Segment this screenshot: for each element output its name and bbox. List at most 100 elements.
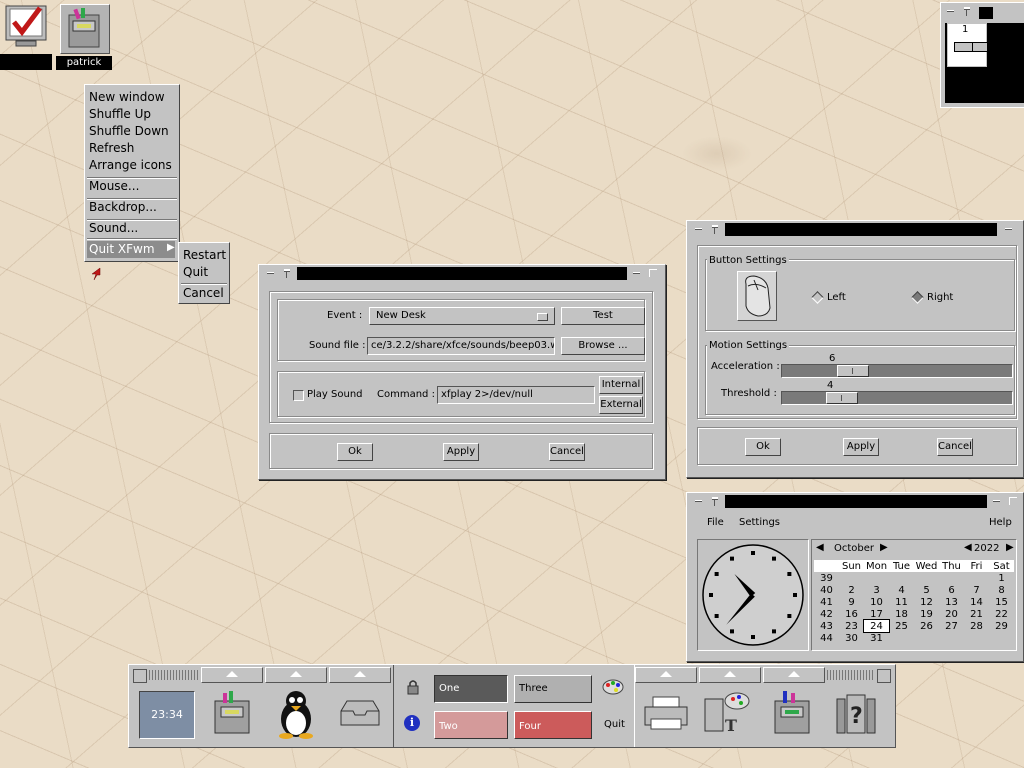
panel-drag-handle[interactable] xyxy=(827,670,873,680)
threshold-slider-handle[interactable] xyxy=(826,392,858,404)
minimize-right-icon[interactable] xyxy=(631,267,643,279)
pin-icon[interactable] xyxy=(709,223,721,235)
panel-close-icon[interactable] xyxy=(877,669,891,683)
menu-settings[interactable]: Settings xyxy=(739,517,780,528)
minimize-icon[interactable] xyxy=(693,495,705,507)
minimize-right-icon[interactable] xyxy=(1003,223,1015,235)
menu-help[interactable]: Help xyxy=(989,517,1012,528)
pager-desk-area[interactable]: 1 xyxy=(945,23,1024,103)
menu-item-cancel[interactable]: Cancel xyxy=(183,286,224,300)
calendar-day[interactable]: 17 xyxy=(864,608,889,620)
desk-button-two[interactable]: Two xyxy=(434,711,508,739)
menu-item-new-window[interactable]: New window xyxy=(89,90,165,104)
menu-item-quit-xfwm[interactable]: Quit XFwm ▶ xyxy=(87,241,175,258)
cancel-button[interactable]: Cancel xyxy=(937,438,973,456)
calendar-day[interactable]: 11 xyxy=(889,596,914,608)
printer-icon[interactable] xyxy=(643,695,689,731)
calendar-day[interactable]: 18 xyxy=(889,608,914,620)
file-manager-icon[interactable] xyxy=(209,689,255,737)
pager[interactable]: 1 xyxy=(940,2,1024,108)
next-year-icon[interactable]: ▶ xyxy=(1006,542,1014,553)
panel-popup-button-6[interactable] xyxy=(763,667,825,683)
prev-year-icon[interactable]: ◀ xyxy=(964,542,972,553)
calendar-day[interactable]: 31 xyxy=(864,632,889,644)
pin-icon[interactable] xyxy=(709,495,721,507)
panel-popup-button-1[interactable] xyxy=(201,667,263,683)
test-button[interactable]: Test xyxy=(561,307,645,325)
external-button[interactable]: External xyxy=(599,396,643,414)
pager-minimize-icon[interactable] xyxy=(945,5,957,17)
lock-icon[interactable] xyxy=(406,679,420,698)
menu-item-refresh[interactable]: Refresh xyxy=(89,141,134,155)
calendar-day[interactable]: 2 xyxy=(839,584,864,596)
menu-item-quit[interactable]: Quit xyxy=(183,265,208,279)
left-radio-label[interactable]: Left xyxy=(827,292,846,303)
panel-popup-button-5[interactable] xyxy=(699,667,761,683)
panel-clock[interactable]: 23:34 xyxy=(139,691,195,739)
title-bar[interactable] xyxy=(725,223,997,236)
calendar-day[interactable]: 6 xyxy=(939,584,964,596)
calendar-day[interactable]: 8 xyxy=(989,584,1014,596)
calendar-day[interactable]: 25 xyxy=(889,620,914,632)
calendar-day[interactable]: 5 xyxy=(914,584,939,596)
title-bar[interactable] xyxy=(297,267,627,280)
inbox-tray-icon[interactable] xyxy=(337,699,383,729)
calendar-day[interactable]: 27 xyxy=(939,620,964,632)
info-icon[interactable]: i xyxy=(404,715,420,731)
panel-drag-handle[interactable] xyxy=(149,670,199,680)
pin-icon[interactable] xyxy=(281,267,293,279)
calendar-day[interactable]: 1 xyxy=(989,572,1014,584)
menu-item-shuffle-up[interactable]: Shuffle Up xyxy=(89,107,151,121)
calendar-day[interactable]: 4 xyxy=(889,584,914,596)
internal-button[interactable]: Internal xyxy=(599,376,643,394)
threshold-slider[interactable] xyxy=(781,391,1013,405)
calendar-day[interactable]: 22 xyxy=(989,608,1014,620)
calendar-day[interactable]: 14 xyxy=(964,596,989,608)
calendar-day[interactable]: 19 xyxy=(914,608,939,620)
calendar-day[interactable]: 21 xyxy=(964,608,989,620)
menu-item-shuffle-down[interactable]: Shuffle Down xyxy=(89,124,169,138)
command-input[interactable]: xfplay 2>/dev/null xyxy=(437,386,595,404)
panel-popup-button-2[interactable] xyxy=(265,667,327,683)
browse-button[interactable]: Browse ... xyxy=(561,337,645,355)
desk-button-four[interactable]: Four xyxy=(514,711,592,739)
maximize-icon[interactable] xyxy=(647,267,659,279)
ok-button[interactable]: Ok xyxy=(337,443,373,461)
pager-pin-icon[interactable] xyxy=(961,5,973,17)
calendar-day[interactable]: 10 xyxy=(864,596,889,608)
right-radio-label[interactable]: Right xyxy=(927,292,953,303)
clock-window-titlebar[interactable] xyxy=(687,493,1023,509)
event-select[interactable]: New Desk xyxy=(369,307,555,325)
calendar-day[interactable]: 9 xyxy=(839,596,864,608)
next-month-icon[interactable]: ▶ xyxy=(880,542,888,553)
calendar-day[interactable]: 30 xyxy=(839,632,864,644)
desktop-icon-checkmark[interactable] xyxy=(0,2,52,70)
calendar-day[interactable]: 29 xyxy=(989,620,1014,632)
quit-label[interactable]: Quit xyxy=(604,719,625,730)
menu-item-backdrop[interactable]: Backdrop... xyxy=(89,200,157,214)
calendar-day[interactable]: 20 xyxy=(939,608,964,620)
mouse-window-titlebar[interactable] xyxy=(687,221,1023,237)
sound-window-titlebar[interactable] xyxy=(259,265,665,281)
minimize-right-icon[interactable] xyxy=(991,495,1003,507)
acceleration-slider[interactable] xyxy=(781,364,1013,378)
desktop-icon-patrick[interactable]: patrick xyxy=(56,2,112,70)
minimize-icon[interactable] xyxy=(693,223,705,235)
prev-month-icon[interactable]: ◀ xyxy=(816,542,824,553)
graphics-tools-icon[interactable]: T xyxy=(703,689,753,737)
sound-file-input[interactable]: ce/3.2.2/share/xfce/sounds/beep03.wav xyxy=(367,337,555,355)
maximize-icon[interactable] xyxy=(1007,495,1019,507)
calendar-day[interactable]: 28 xyxy=(964,620,989,632)
palette-icon[interactable] xyxy=(602,679,624,698)
menu-item-restart[interactable]: Restart xyxy=(183,248,226,262)
tux-terminal-icon[interactable] xyxy=(273,689,319,739)
calendar-day[interactable]: 26 xyxy=(914,620,939,632)
panel-popup-button-4[interactable] xyxy=(635,667,697,683)
cancel-button[interactable]: Cancel xyxy=(549,443,585,461)
calendar-day[interactable]: 23 xyxy=(839,620,864,632)
file-cabinet-panel-icon[interactable] xyxy=(769,689,815,737)
menu-item-sound[interactable]: Sound... xyxy=(89,221,138,235)
menu-item-mouse[interactable]: Mouse... xyxy=(89,179,139,193)
apply-button[interactable]: Apply xyxy=(443,443,479,461)
pager-desk-current[interactable]: 1 xyxy=(947,23,988,67)
